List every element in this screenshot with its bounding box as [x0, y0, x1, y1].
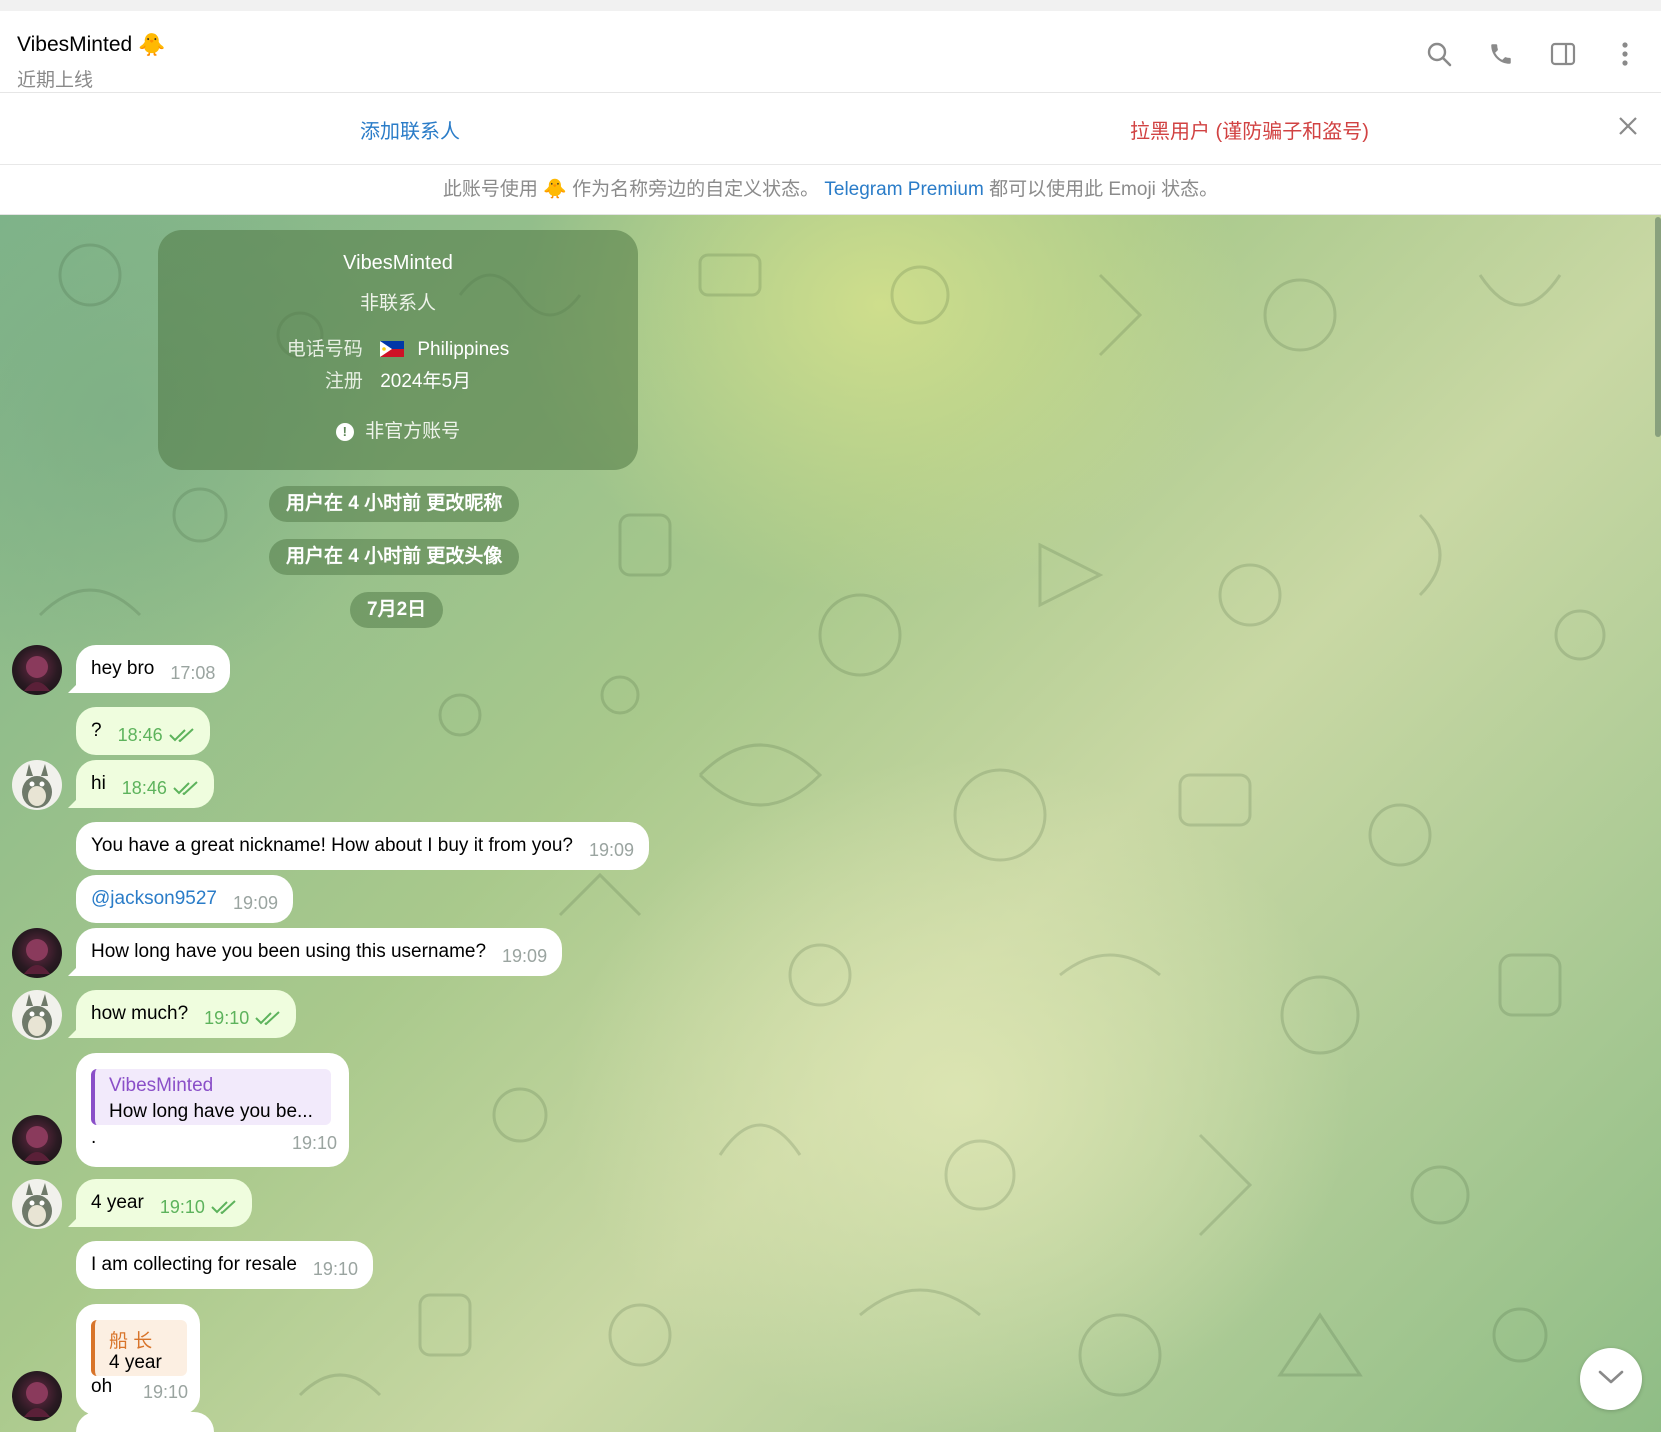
message-bubble-incoming[interactable]: hey bro 17:08 — [76, 645, 231, 693]
message-text: ? — [91, 720, 102, 741]
avatar[interactable] — [12, 928, 62, 978]
message-time: 18:46 — [121, 778, 167, 798]
message-time: 19:09 — [502, 946, 548, 966]
emoji-status-icon[interactable]: 🐥 — [138, 32, 165, 58]
message-text: I am collecting for resale — [91, 1254, 297, 1275]
info-emoji: 🐥 — [543, 179, 567, 200]
window-top-strip — [0, 0, 1661, 11]
telegram-premium-link[interactable]: Telegram Premium — [824, 179, 983, 200]
message-text: 4 year — [91, 1192, 144, 1213]
message-time: 18:46 — [117, 725, 163, 745]
phone-icon[interactable] — [1483, 36, 1519, 72]
message-text: You have a great nickname! How about I b… — [91, 835, 573, 856]
more-vertical-icon[interactable] — [1607, 36, 1643, 72]
warning-icon: ! — [335, 423, 354, 441]
unofficial-text: 非官方账号 — [365, 421, 461, 442]
registered-label: 注册 — [324, 371, 363, 392]
info-middle: 作为名称旁边的自定义状态。 — [572, 179, 820, 200]
info-card-subtitle: 非联系人 — [359, 293, 436, 314]
double-check-icon — [168, 713, 195, 743]
info-card-registered-row: 注册 2024年5月 — [158, 366, 638, 393]
double-check-icon — [211, 1185, 237, 1215]
chat-status: 近期上线 — [17, 70, 94, 91]
reply-author: VibesMinted — [109, 1075, 214, 1096]
double-check-icon — [255, 996, 281, 1026]
avatar[interactable] — [12, 1179, 62, 1229]
scrollbar-thumb[interactable] — [1655, 217, 1661, 437]
message-bubble-incoming-reply[interactable]: VibesMinted How long have you be... . 19… — [76, 1053, 349, 1167]
message-bubble-incoming[interactable]: I am collecting for resale 19:10 — [76, 1241, 373, 1289]
message-time: 19:10 — [204, 1008, 250, 1028]
reply-quote[interactable]: VibesMinted How long have you be... — [91, 1069, 331, 1125]
user-info-card: VibesMinted 非联系人 电话号码 Philippines 注册 202… — [158, 230, 638, 470]
service-message: 用户在 4 小时前 更改头像 — [269, 539, 520, 575]
chat-title-text: VibesMinted — [17, 33, 133, 56]
date-separator: 7月2日 — [350, 592, 444, 628]
emoji-status-info-bar: 此账号使用 🐥 作为名称旁边的自定义状态。 Telegram Premium 都… — [0, 165, 1661, 215]
message-text: hey bro — [91, 658, 155, 679]
action-bar: 添加联系人 拉黑用户 (谨防骗子和盗号) — [0, 93, 1661, 165]
reply-text: How long have you be... — [109, 1101, 313, 1122]
chat-title[interactable]: VibesMinted 🐥 — [17, 32, 166, 58]
message-text: . — [91, 1127, 97, 1148]
avatar[interactable] — [12, 990, 62, 1040]
avatar[interactable] — [12, 760, 62, 810]
registered-value: 2024年5月 — [380, 371, 472, 392]
scroll-to-bottom-button[interactable] — [1580, 1348, 1642, 1410]
unofficial-account-note: ! 非官方账号 — [158, 416, 638, 443]
message-time: 17:08 — [170, 663, 216, 683]
close-icon[interactable] — [1613, 111, 1643, 141]
chevron-down-icon — [1597, 1369, 1625, 1390]
double-check-icon — [173, 766, 199, 796]
add-contact-button[interactable]: 添加联系人 — [360, 115, 460, 144]
message-time: 19:10 — [291, 1133, 337, 1153]
message-bubble-incoming[interactable]: You have a great nickname! How about I b… — [76, 822, 650, 870]
message-bubble-incoming-reply[interactable]: 船 长 4 year oh 19:10 — [76, 1304, 200, 1415]
reply-text: 4 year — [109, 1352, 162, 1373]
message-time: 19:10 — [312, 1259, 358, 1279]
info-card-name: VibesMinted — [343, 252, 453, 274]
reply-author: 船 长 — [109, 1331, 153, 1352]
message-bubble-incoming[interactable]: How long have you been using this userna… — [76, 928, 563, 976]
message-text: how much? — [91, 1003, 189, 1024]
message-bubble-incoming-partial[interactable] — [76, 1412, 214, 1432]
message-time: 19:10 — [142, 1382, 188, 1402]
message-text: oh — [91, 1376, 113, 1397]
message-time: 19:10 — [159, 1197, 205, 1217]
philippines-flag-icon — [380, 341, 405, 357]
message-bubble-incoming[interactable]: @jackson9527 19:09 — [76, 875, 294, 923]
info-prefix: 此账号使用 — [442, 179, 538, 200]
info-suffix: 都可以使用此 Emoji 状态。 — [989, 179, 1219, 200]
avatar[interactable] — [12, 645, 62, 695]
message-text: How long have you been using this userna… — [91, 941, 487, 962]
message-bubble-outgoing[interactable]: how much? 19:10 — [76, 990, 297, 1038]
chat-messages-area[interactable]: VibesMinted 非联系人 电话号码 Philippines 注册 202… — [0, 215, 1661, 1432]
message-bubble-outgoing[interactable]: 4 year 19:10 — [76, 1179, 252, 1227]
avatar[interactable] — [12, 1371, 62, 1421]
info-card-phone-row: 电话号码 Philippines — [158, 334, 638, 361]
sidebar-toggle-icon[interactable] — [1545, 36, 1581, 72]
message-time: 19:09 — [588, 840, 635, 860]
avatar[interactable] — [12, 1115, 62, 1165]
message-bubble-outgoing[interactable]: ? 18:46 — [76, 707, 210, 755]
reply-quote[interactable]: 船 长 4 year — [91, 1320, 187, 1376]
service-message: 用户在 4 小时前 更改昵称 — [269, 486, 520, 522]
username-link[interactable]: @jackson9527 — [91, 888, 217, 909]
phone-label: 电话号码 — [286, 339, 363, 360]
phone-value: Philippines — [417, 339, 510, 360]
message-time: 19:09 — [232, 893, 279, 913]
message-bubble-outgoing[interactable]: hi 18:46 — [76, 760, 214, 808]
message-text: hi — [91, 773, 106, 794]
chat-header: VibesMinted 🐥 近期上线 — [0, 11, 1661, 93]
search-icon[interactable] — [1421, 36, 1457, 72]
block-user-button[interactable]: 拉黑用户 (谨防骗子和盗号) — [1130, 115, 1369, 144]
